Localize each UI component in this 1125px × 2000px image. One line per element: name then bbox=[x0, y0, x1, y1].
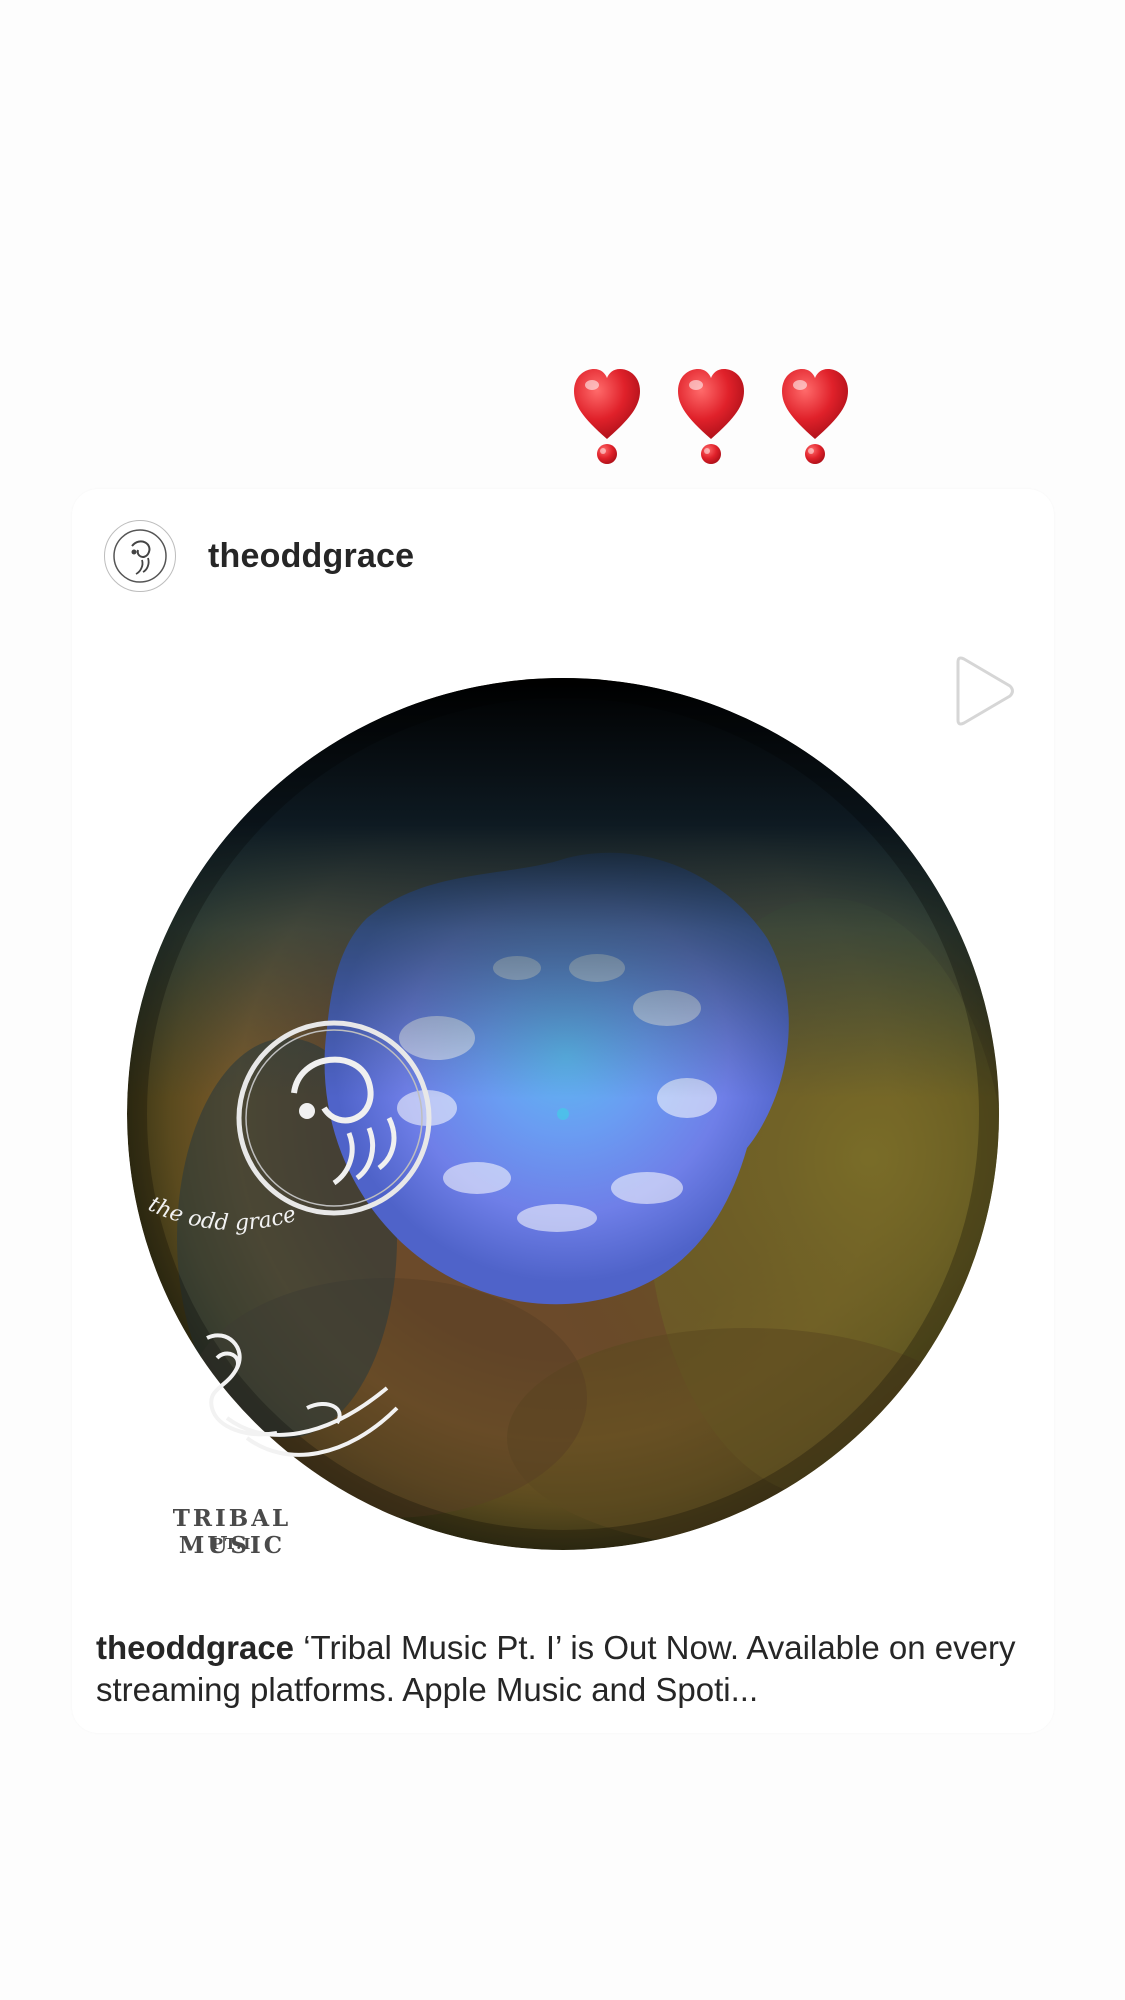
the-odd-grace-logo-icon bbox=[113, 529, 167, 583]
story-screen: theoddgrace the odd grace TRIBAL MUSIC P… bbox=[0, 0, 1125, 2000]
post-username[interactable]: theoddgrace bbox=[208, 537, 414, 576]
hearts-row bbox=[572, 365, 862, 465]
svg-text:the odd grace: the odd grace bbox=[144, 1192, 298, 1236]
avatar[interactable] bbox=[104, 520, 176, 592]
artwork-album-part: PT.I bbox=[211, 1535, 253, 1553]
shared-post-card[interactable]: theoddgrace the odd grace TRIBAL MUSIC P… bbox=[72, 489, 1054, 1733]
post-header[interactable]: theoddgrace bbox=[104, 519, 414, 593]
caption-username[interactable]: theoddgrace bbox=[96, 1629, 294, 1666]
heart-exclamation-icon bbox=[780, 365, 850, 465]
artwork-brand-label: the odd grace bbox=[144, 1192, 298, 1236]
heart-exclamation-icon bbox=[572, 365, 642, 465]
artwork-brand-text: the odd grace bbox=[137, 1179, 377, 1249]
post-artwork[interactable] bbox=[127, 678, 999, 1550]
post-caption[interactable]: theoddgrace ‘Tribal Music Pt. I’ is Out … bbox=[96, 1627, 1036, 1711]
heart-exclamation-icon bbox=[676, 365, 746, 465]
